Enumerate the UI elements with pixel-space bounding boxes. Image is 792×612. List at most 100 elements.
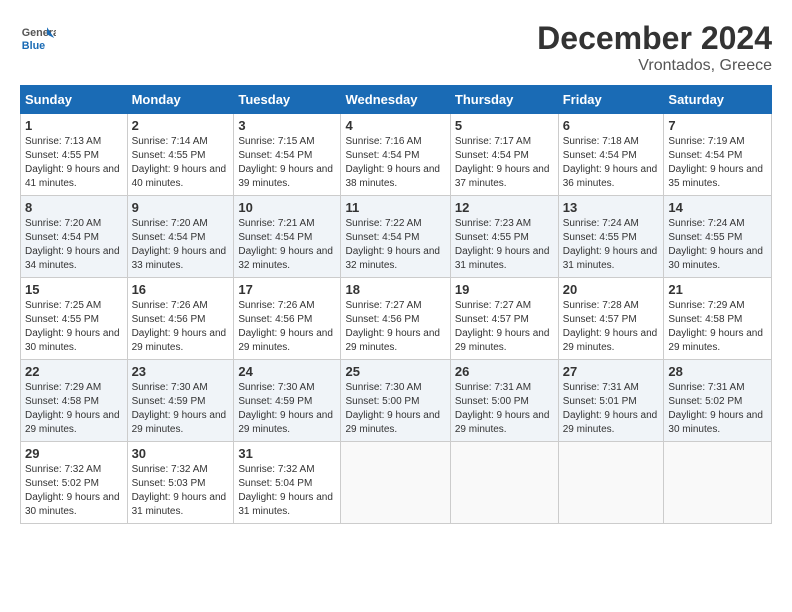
page-header: General Blue December 2024 Vrontados, Gr… [20, 20, 772, 75]
day-number: 8 [25, 200, 123, 215]
day-number: 31 [238, 446, 336, 461]
day-info: Sunrise: 7:30 AMSunset: 4:59 PMDaylight:… [132, 382, 227, 435]
day-info: Sunrise: 7:29 AMSunset: 4:58 PMDaylight:… [25, 382, 120, 435]
day-info: Sunrise: 7:20 AMSunset: 4:54 PMDaylight:… [25, 218, 120, 271]
calendar-cell: 29 Sunrise: 7:32 AMSunset: 5:02 PMDaylig… [21, 442, 128, 524]
col-header-sunday: Sunday [21, 86, 128, 114]
day-info: Sunrise: 7:30 AMSunset: 4:59 PMDaylight:… [238, 382, 333, 435]
day-number: 19 [455, 282, 554, 297]
day-number: 18 [345, 282, 445, 297]
week-row: 22 Sunrise: 7:29 AMSunset: 4:58 PMDaylig… [21, 360, 772, 442]
calendar-cell: 3 Sunrise: 7:15 AMSunset: 4:54 PMDayligh… [234, 114, 341, 196]
calendar-cell: 8 Sunrise: 7:20 AMSunset: 4:54 PMDayligh… [21, 196, 128, 278]
header-row: SundayMondayTuesdayWednesdayThursdayFrid… [21, 86, 772, 114]
day-number: 7 [668, 118, 767, 133]
calendar-cell: 27 Sunrise: 7:31 AMSunset: 5:01 PMDaylig… [558, 360, 664, 442]
day-info: Sunrise: 7:31 AMSunset: 5:00 PMDaylight:… [455, 382, 550, 435]
calendar-cell: 11 Sunrise: 7:22 AMSunset: 4:54 PMDaylig… [341, 196, 450, 278]
title-section: December 2024 Vrontados, Greece [537, 20, 772, 75]
day-info: Sunrise: 7:25 AMSunset: 4:55 PMDaylight:… [25, 300, 120, 353]
day-info: Sunrise: 7:27 AMSunset: 4:56 PMDaylight:… [345, 300, 440, 353]
day-number: 20 [563, 282, 660, 297]
calendar-cell [450, 442, 558, 524]
calendar-cell: 13 Sunrise: 7:24 AMSunset: 4:55 PMDaylig… [558, 196, 664, 278]
svg-text:Blue: Blue [22, 40, 45, 52]
calendar-cell: 9 Sunrise: 7:20 AMSunset: 4:54 PMDayligh… [127, 196, 234, 278]
day-info: Sunrise: 7:31 AMSunset: 5:02 PMDaylight:… [668, 382, 763, 435]
day-number: 25 [345, 364, 445, 379]
calendar-cell: 4 Sunrise: 7:16 AMSunset: 4:54 PMDayligh… [341, 114, 450, 196]
day-number: 4 [345, 118, 445, 133]
day-number: 12 [455, 200, 554, 215]
day-info: Sunrise: 7:31 AMSunset: 5:01 PMDaylight:… [563, 382, 658, 435]
calendar-cell: 16 Sunrise: 7:26 AMSunset: 4:56 PMDaylig… [127, 278, 234, 360]
col-header-monday: Monday [127, 86, 234, 114]
col-header-friday: Friday [558, 86, 664, 114]
day-number: 5 [455, 118, 554, 133]
week-row: 8 Sunrise: 7:20 AMSunset: 4:54 PMDayligh… [21, 196, 772, 278]
calendar-cell [558, 442, 664, 524]
day-info: Sunrise: 7:23 AMSunset: 4:55 PMDaylight:… [455, 218, 550, 271]
day-number: 28 [668, 364, 767, 379]
day-info: Sunrise: 7:18 AMSunset: 4:54 PMDaylight:… [563, 136, 658, 189]
calendar-table: SundayMondayTuesdayWednesdayThursdayFrid… [20, 85, 772, 524]
col-header-wednesday: Wednesday [341, 86, 450, 114]
logo: General Blue [20, 20, 56, 56]
day-number: 21 [668, 282, 767, 297]
day-info: Sunrise: 7:32 AMSunset: 5:04 PMDaylight:… [238, 464, 333, 517]
calendar-cell: 7 Sunrise: 7:19 AMSunset: 4:54 PMDayligh… [664, 114, 772, 196]
day-info: Sunrise: 7:21 AMSunset: 4:54 PMDaylight:… [238, 218, 333, 271]
day-info: Sunrise: 7:19 AMSunset: 4:54 PMDaylight:… [668, 136, 763, 189]
calendar-cell: 2 Sunrise: 7:14 AMSunset: 4:55 PMDayligh… [127, 114, 234, 196]
calendar-cell: 17 Sunrise: 7:26 AMSunset: 4:56 PMDaylig… [234, 278, 341, 360]
calendar-cell [341, 442, 450, 524]
day-number: 15 [25, 282, 123, 297]
calendar-cell: 6 Sunrise: 7:18 AMSunset: 4:54 PMDayligh… [558, 114, 664, 196]
day-info: Sunrise: 7:13 AMSunset: 4:55 PMDaylight:… [25, 136, 120, 189]
logo-icon: General Blue [20, 20, 56, 56]
day-number: 27 [563, 364, 660, 379]
calendar-cell: 12 Sunrise: 7:23 AMSunset: 4:55 PMDaylig… [450, 196, 558, 278]
day-number: 13 [563, 200, 660, 215]
calendar-cell: 23 Sunrise: 7:30 AMSunset: 4:59 PMDaylig… [127, 360, 234, 442]
day-number: 16 [132, 282, 230, 297]
week-row: 15 Sunrise: 7:25 AMSunset: 4:55 PMDaylig… [21, 278, 772, 360]
day-info: Sunrise: 7:16 AMSunset: 4:54 PMDaylight:… [345, 136, 440, 189]
col-header-tuesday: Tuesday [234, 86, 341, 114]
location-subtitle: Vrontados, Greece [537, 57, 772, 75]
day-number: 23 [132, 364, 230, 379]
day-number: 2 [132, 118, 230, 133]
day-info: Sunrise: 7:24 AMSunset: 4:55 PMDaylight:… [563, 218, 658, 271]
day-info: Sunrise: 7:17 AMSunset: 4:54 PMDaylight:… [455, 136, 550, 189]
calendar-cell: 18 Sunrise: 7:27 AMSunset: 4:56 PMDaylig… [341, 278, 450, 360]
calendar-cell: 5 Sunrise: 7:17 AMSunset: 4:54 PMDayligh… [450, 114, 558, 196]
day-info: Sunrise: 7:14 AMSunset: 4:55 PMDaylight:… [132, 136, 227, 189]
calendar-cell: 30 Sunrise: 7:32 AMSunset: 5:03 PMDaylig… [127, 442, 234, 524]
day-number: 26 [455, 364, 554, 379]
calendar-cell: 20 Sunrise: 7:28 AMSunset: 4:57 PMDaylig… [558, 278, 664, 360]
month-title: December 2024 [537, 20, 772, 57]
day-number: 29 [25, 446, 123, 461]
day-number: 30 [132, 446, 230, 461]
week-row: 29 Sunrise: 7:32 AMSunset: 5:02 PMDaylig… [21, 442, 772, 524]
day-info: Sunrise: 7:29 AMSunset: 4:58 PMDaylight:… [668, 300, 763, 353]
day-info: Sunrise: 7:24 AMSunset: 4:55 PMDaylight:… [668, 218, 763, 271]
day-info: Sunrise: 7:28 AMSunset: 4:57 PMDaylight:… [563, 300, 658, 353]
calendar-cell: 19 Sunrise: 7:27 AMSunset: 4:57 PMDaylig… [450, 278, 558, 360]
day-info: Sunrise: 7:27 AMSunset: 4:57 PMDaylight:… [455, 300, 550, 353]
calendar-cell: 22 Sunrise: 7:29 AMSunset: 4:58 PMDaylig… [21, 360, 128, 442]
calendar-cell: 31 Sunrise: 7:32 AMSunset: 5:04 PMDaylig… [234, 442, 341, 524]
day-number: 6 [563, 118, 660, 133]
day-info: Sunrise: 7:26 AMSunset: 4:56 PMDaylight:… [132, 300, 227, 353]
day-info: Sunrise: 7:22 AMSunset: 4:54 PMDaylight:… [345, 218, 440, 271]
day-info: Sunrise: 7:30 AMSunset: 5:00 PMDaylight:… [345, 382, 440, 435]
day-number: 10 [238, 200, 336, 215]
calendar-cell: 26 Sunrise: 7:31 AMSunset: 5:00 PMDaylig… [450, 360, 558, 442]
day-info: Sunrise: 7:32 AMSunset: 5:02 PMDaylight:… [25, 464, 120, 517]
day-number: 24 [238, 364, 336, 379]
calendar-cell: 10 Sunrise: 7:21 AMSunset: 4:54 PMDaylig… [234, 196, 341, 278]
calendar-cell: 14 Sunrise: 7:24 AMSunset: 4:55 PMDaylig… [664, 196, 772, 278]
day-info: Sunrise: 7:20 AMSunset: 4:54 PMDaylight:… [132, 218, 227, 271]
calendar-cell: 1 Sunrise: 7:13 AMSunset: 4:55 PMDayligh… [21, 114, 128, 196]
day-number: 1 [25, 118, 123, 133]
